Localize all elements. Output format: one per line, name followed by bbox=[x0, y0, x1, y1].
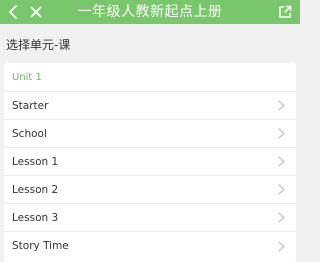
lesson-row-starter[interactable]: Starter bbox=[4, 92, 296, 120]
section-title: 选择单元-课 bbox=[6, 38, 71, 52]
lesson-row-lesson-3[interactable]: Lesson 3 bbox=[4, 204, 296, 232]
lesson-label: Starter bbox=[12, 99, 49, 112]
chevron-right-icon bbox=[278, 184, 286, 196]
chevron-right-icon bbox=[278, 212, 286, 224]
close-icon[interactable] bbox=[27, 3, 45, 21]
share-icon[interactable] bbox=[276, 3, 294, 21]
page-title: 一年级人教新起点上册 bbox=[77, 4, 223, 20]
chevron-right-icon bbox=[278, 156, 286, 168]
chevron-right-icon bbox=[278, 240, 286, 252]
title-bar: 一年级人教新起点上册 bbox=[0, 0, 300, 24]
unit-header: Unit 1 bbox=[4, 63, 296, 92]
lesson-label: Lesson 2 bbox=[12, 183, 59, 196]
lesson-list-card: Unit 1 Starter School Lesson 1 Lesson 2 … bbox=[4, 63, 296, 262]
lesson-label: Lesson 1 bbox=[12, 155, 59, 168]
lesson-label: School bbox=[12, 127, 47, 140]
lesson-row-school[interactable]: School bbox=[4, 120, 296, 148]
lesson-row-lesson-1[interactable]: Lesson 1 bbox=[4, 148, 296, 176]
lesson-row-story-time[interactable]: Story Time bbox=[4, 232, 296, 260]
chevron-left-icon[interactable] bbox=[4, 3, 22, 21]
chevron-right-icon bbox=[278, 100, 286, 112]
lesson-label: Lesson 3 bbox=[12, 211, 59, 224]
chevron-right-icon bbox=[278, 128, 286, 140]
lesson-row-lesson-2[interactable]: Lesson 2 bbox=[4, 176, 296, 204]
lesson-label: Story Time bbox=[12, 240, 69, 252]
